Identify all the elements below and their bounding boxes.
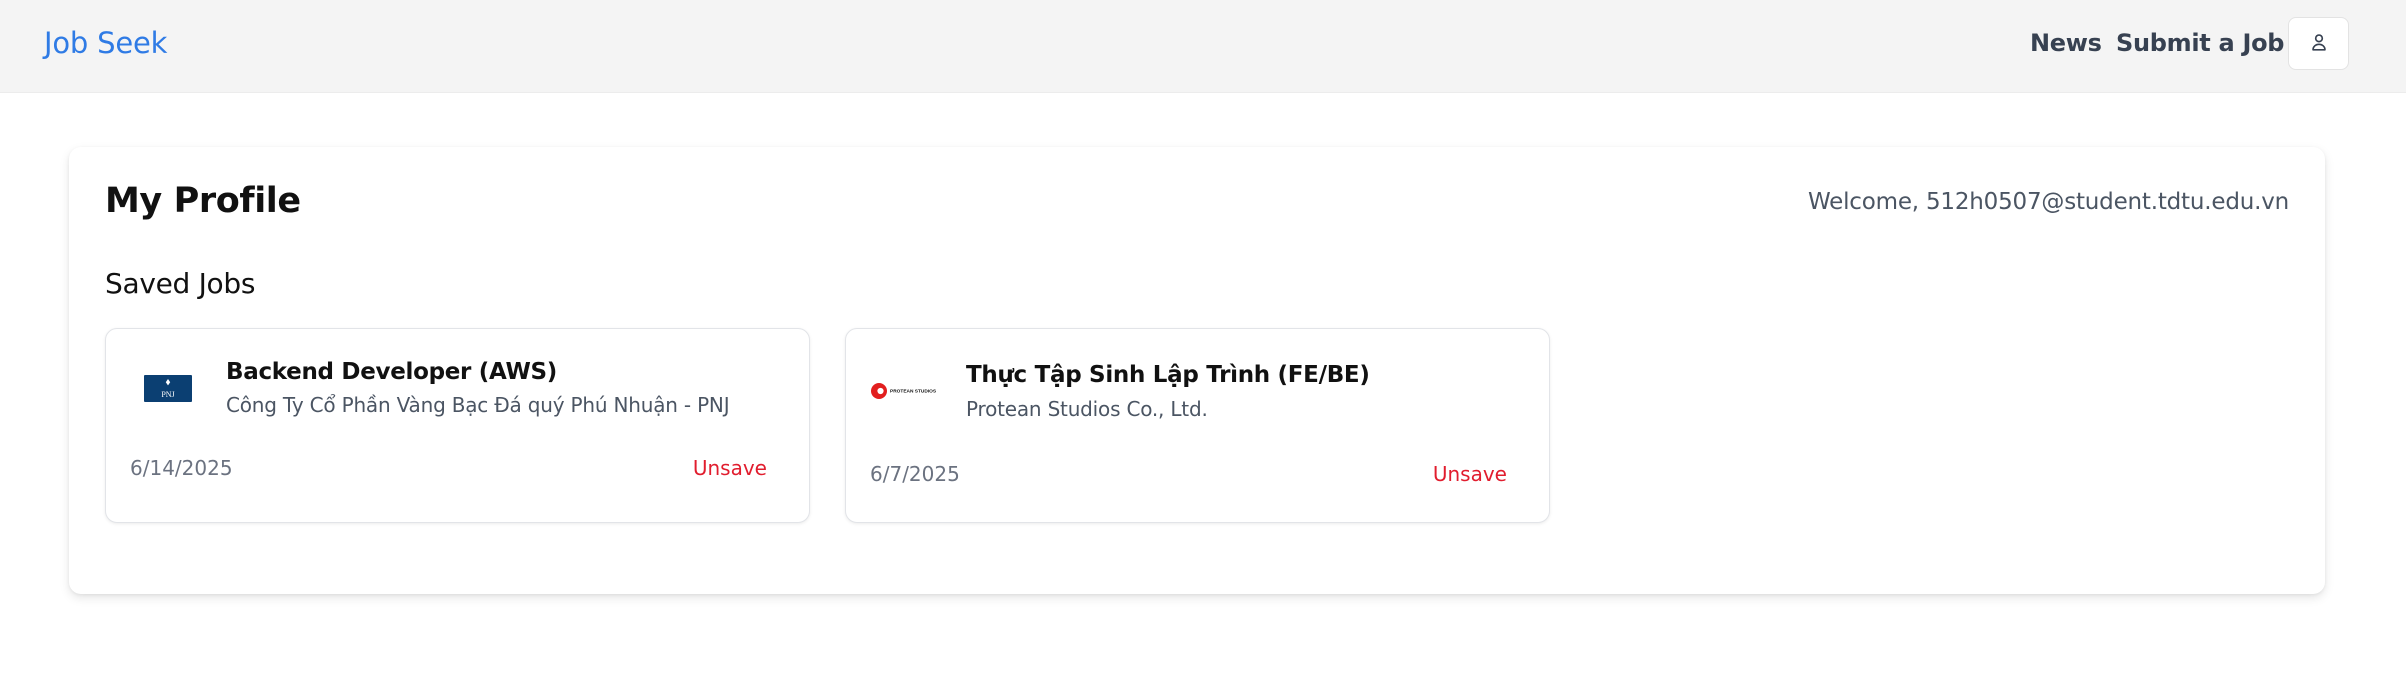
company-name: Công Ty Cổ Phần Vàng Bạc Đá quý Phú Nhuậ… — [226, 393, 730, 417]
job-title[interactable]: Backend Developer (AWS) — [226, 359, 557, 385]
welcome-message: Welcome, 512h0507@student.tdtu.edu.vn — [1807, 189, 2289, 215]
page-title: My Profile — [105, 181, 301, 221]
saved-date: 6/14/2025 — [130, 456, 233, 480]
company-logo: PNJ — [130, 366, 206, 410]
news-link[interactable]: News — [2030, 29, 2102, 57]
saved-jobs-heading: Saved Jobs — [105, 267, 256, 300]
profile-card: My Profile Welcome, 512h0507@student.tdt… — [69, 147, 2325, 594]
unsave-button[interactable]: Unsave — [693, 456, 767, 480]
saved-job-card[interactable]: PNJ Backend Developer (AWS) Công Ty Cổ P… — [105, 328, 810, 523]
company-name: Protean Studios Co., Ltd. — [966, 397, 1208, 421]
saved-job-card[interactable]: PROTEAN STUDIOS Thực Tập Sinh Lập Trình … — [845, 328, 1550, 523]
top-navigation: Job Seek News Submit a Job — [0, 0, 2406, 93]
unsave-button[interactable]: Unsave — [1433, 462, 1507, 486]
job-title[interactable]: Thực Tập Sinh Lập Trình (FE/BE) — [966, 362, 1370, 388]
svg-text:PNJ: PNJ — [161, 390, 174, 399]
user-menu-button[interactable] — [2288, 17, 2349, 70]
submit-job-link[interactable]: Submit a Job — [2116, 29, 2284, 57]
company-logo: PROTEAN STUDIOS — [870, 369, 946, 413]
brand-link[interactable]: Job Seek — [44, 26, 167, 60]
svg-text:PROTEAN STUDIOS: PROTEAN STUDIOS — [890, 389, 937, 395]
saved-date: 6/7/2025 — [870, 462, 960, 486]
user-icon — [2308, 31, 2330, 56]
